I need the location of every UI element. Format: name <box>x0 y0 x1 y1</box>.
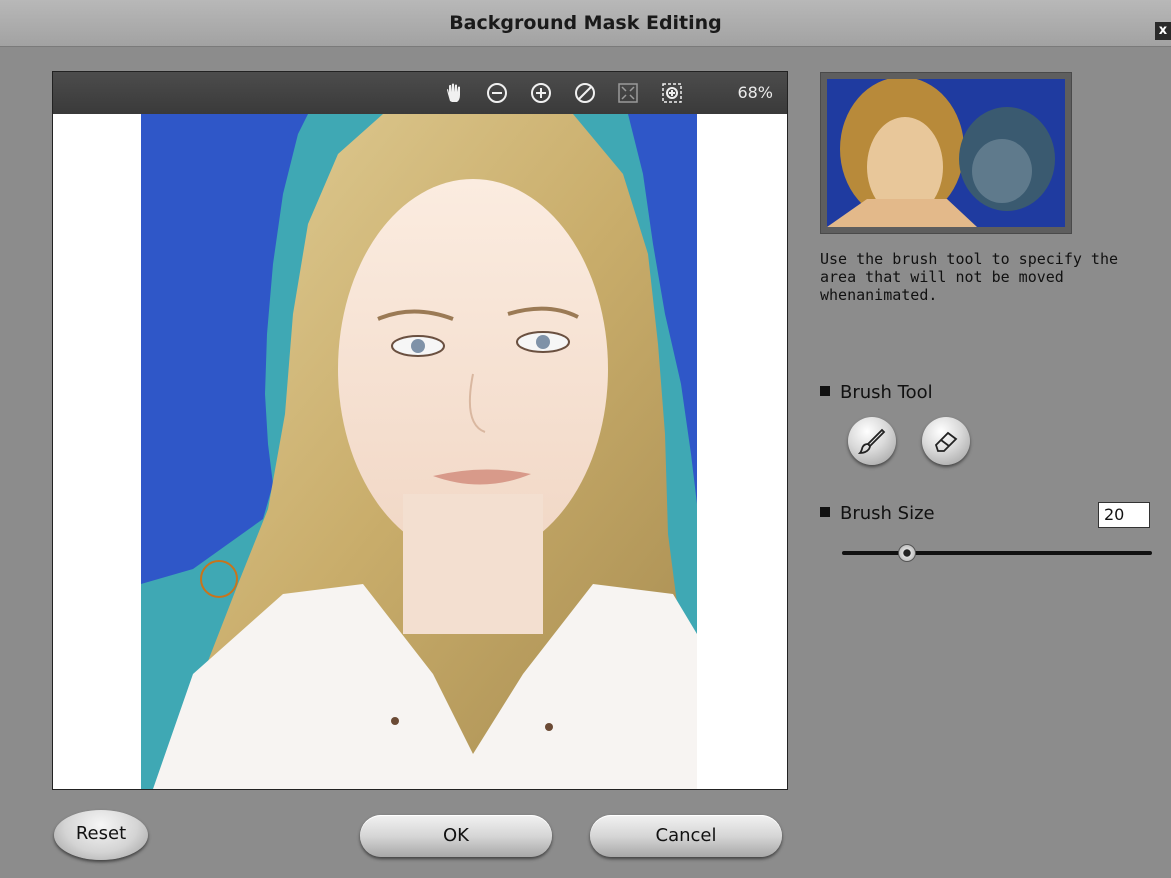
ok-button[interactable]: OK <box>360 815 552 857</box>
clear-icon[interactable] <box>573 81 597 105</box>
actual-size-icon[interactable] <box>660 81 684 105</box>
zoom-out-icon[interactable] <box>485 81 509 105</box>
brush-size-slider[interactable] <box>842 551 1152 555</box>
eraser-icon <box>934 431 958 452</box>
cancel-button[interactable]: Cancel <box>590 815 782 857</box>
bullet-icon <box>820 386 830 396</box>
brush-size-section: Brush Size <box>820 503 935 524</box>
fit-icon[interactable] <box>616 81 640 105</box>
reset-button[interactable]: Reset <box>54 810 148 860</box>
brush-cursor <box>200 560 238 598</box>
window-title: Background Mask Editing <box>449 12 722 34</box>
mask-editor: 68% <box>52 71 788 790</box>
close-button[interactable]: x <box>1155 22 1171 40</box>
brush-tool-section: Brush Tool <box>820 382 933 403</box>
brush-icon <box>858 428 886 454</box>
portrait-image <box>141 114 697 789</box>
hand-icon[interactable] <box>443 81 467 105</box>
zoom-in-icon[interactable] <box>529 81 553 105</box>
preview-thumbnail <box>820 72 1072 234</box>
brush-button[interactable] <box>848 417 896 465</box>
instructions-text: Use the brush tool to specify the area t… <box>820 250 1119 304</box>
bullet-icon <box>820 507 830 517</box>
editor-toolbar: 68% <box>53 72 787 114</box>
brush-size-input[interactable]: 20 <box>1098 502 1150 528</box>
eraser-button[interactable] <box>922 417 970 465</box>
title-bar: Background Mask Editing x <box>0 0 1171 47</box>
image-canvas[interactable] <box>53 114 787 789</box>
brush-size-slider-thumb[interactable] <box>898 544 916 562</box>
preview-image <box>827 79 1065 227</box>
brush-tool-label: Brush Tool <box>840 382 933 403</box>
brush-size-label: Brush Size <box>840 503 935 524</box>
zoom-level: 68% <box>737 83 773 102</box>
